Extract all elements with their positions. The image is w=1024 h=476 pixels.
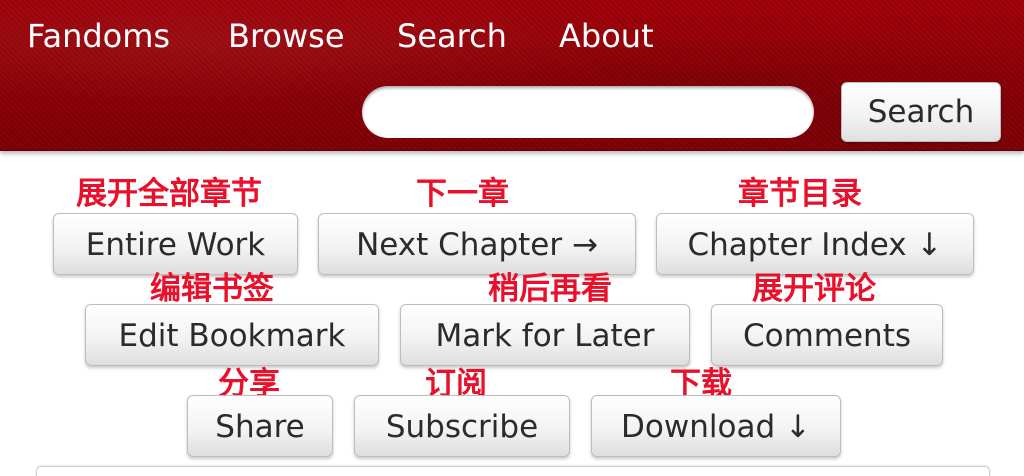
site-header: Fandoms Browse Search About Search: [0, 0, 1024, 151]
nav-browse[interactable]: Browse: [228, 14, 345, 58]
next-chapter-annotation: 下一章: [416, 176, 509, 212]
edit-bookmark-button[interactable]: Edit Bookmark: [85, 304, 379, 366]
comments-annotation: 展开评论: [752, 271, 876, 307]
mark-for-later-button[interactable]: Mark for Later: [400, 304, 690, 366]
chapter-index-button[interactable]: Chapter Index ↓: [656, 213, 974, 275]
nav-about[interactable]: About: [559, 14, 654, 58]
nav-search[interactable]: Search: [397, 14, 507, 58]
comments-button[interactable]: Comments: [711, 304, 943, 366]
share-button[interactable]: Share: [187, 395, 333, 457]
search-input[interactable]: [362, 86, 814, 138]
search-button[interactable]: Search: [841, 82, 1001, 142]
entire-work-annotation: 展开全部章节: [76, 176, 262, 212]
edit-bookmark-annotation: 编辑书签: [150, 271, 274, 307]
chapter-index-annotation: 章节目录: [738, 176, 862, 212]
entire-work-button[interactable]: Entire Work: [53, 213, 298, 275]
subscribe-button[interactable]: Subscribe: [354, 395, 570, 457]
nav-fandoms[interactable]: Fandoms: [27, 14, 170, 58]
mark-for-later-annotation: 稍后再看: [488, 271, 612, 307]
next-chapter-button[interactable]: Next Chapter →: [318, 213, 636, 275]
download-button[interactable]: Download ↓: [591, 395, 841, 457]
content-panel-edge: [36, 466, 990, 476]
